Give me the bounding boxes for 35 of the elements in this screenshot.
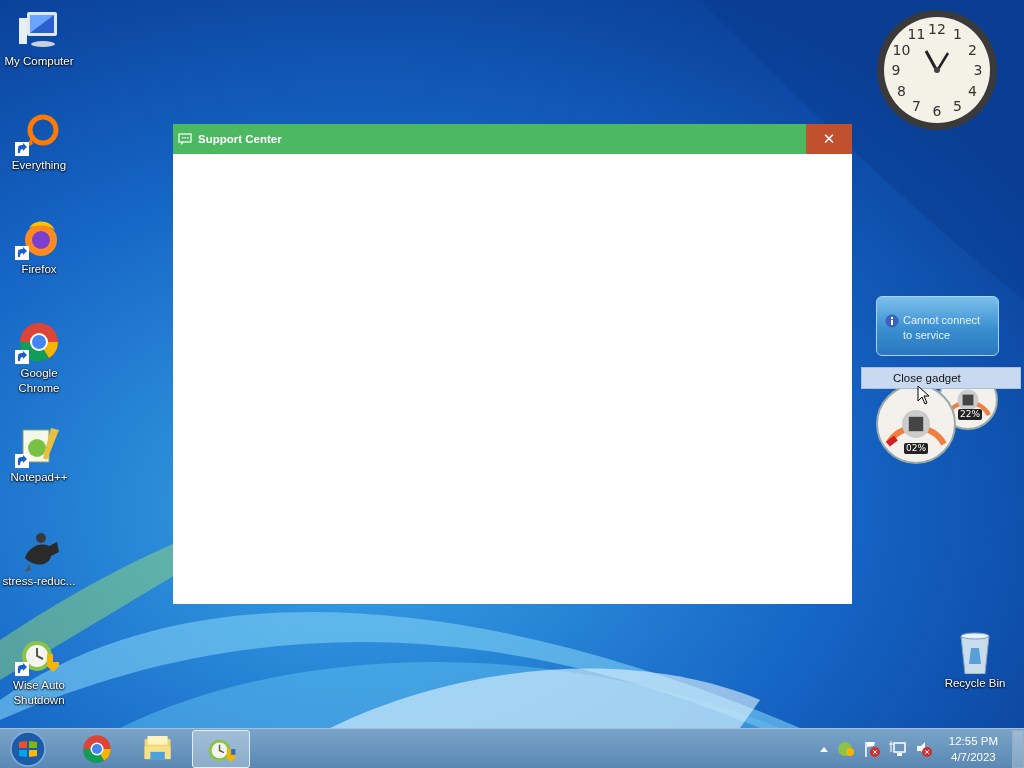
icon-label[interactable]: My Computer xyxy=(4,54,74,69)
chat-icon xyxy=(178,133,192,145)
info-icon xyxy=(885,314,899,328)
start-button[interactable] xyxy=(8,728,48,768)
icon-label[interactable]: Google Chrome xyxy=(0,366,78,396)
icon-label[interactable]: Everything xyxy=(11,158,67,173)
icon-label[interactable]: Wise Auto Shutdown xyxy=(0,678,78,708)
menu-item[interactable]: Close gadget xyxy=(862,368,1020,388)
clock-numeral: 1 xyxy=(953,27,962,42)
icon-label[interactable]: Notepad++ xyxy=(10,470,68,485)
clock-numeral: 4 xyxy=(968,83,977,98)
clock-numeral: 6 xyxy=(932,103,942,119)
gauge-reading: 22% xyxy=(958,409,982,420)
icon-label[interactable]: stress-reduc... xyxy=(2,574,76,589)
clock-numeral: 9 xyxy=(891,62,901,78)
clock-numeral: 2 xyxy=(968,42,977,57)
clock-numeral: 5 xyxy=(953,98,962,113)
clock-numeral: 10 xyxy=(892,42,911,57)
gauge-reading: 02% xyxy=(904,443,928,454)
network-icon[interactable] xyxy=(888,739,907,758)
clock-numeral: 7 xyxy=(912,98,921,113)
clock-date[interactable]: 4/7/2023 xyxy=(951,748,996,765)
clock-numeral: 3 xyxy=(973,62,983,78)
icon-label[interactable]: Firefox xyxy=(21,262,57,277)
clock-numeral: 8 xyxy=(897,83,906,98)
close-button[interactable]: ✕ xyxy=(806,124,852,154)
clock-numeral: 12 xyxy=(928,21,946,37)
taskbar-button[interactable] xyxy=(192,729,250,768)
cursor-icon xyxy=(917,385,930,405)
icon-label[interactable]: Recycle Bin xyxy=(944,676,1006,691)
clock-time[interactable]: 12:55 PM xyxy=(948,732,998,749)
window-title: Support Center xyxy=(198,133,283,145)
clock-numeral: 11 xyxy=(907,27,926,42)
flag-icon[interactable] xyxy=(862,739,881,758)
error-message: Cannot connect to service xyxy=(903,313,982,343)
